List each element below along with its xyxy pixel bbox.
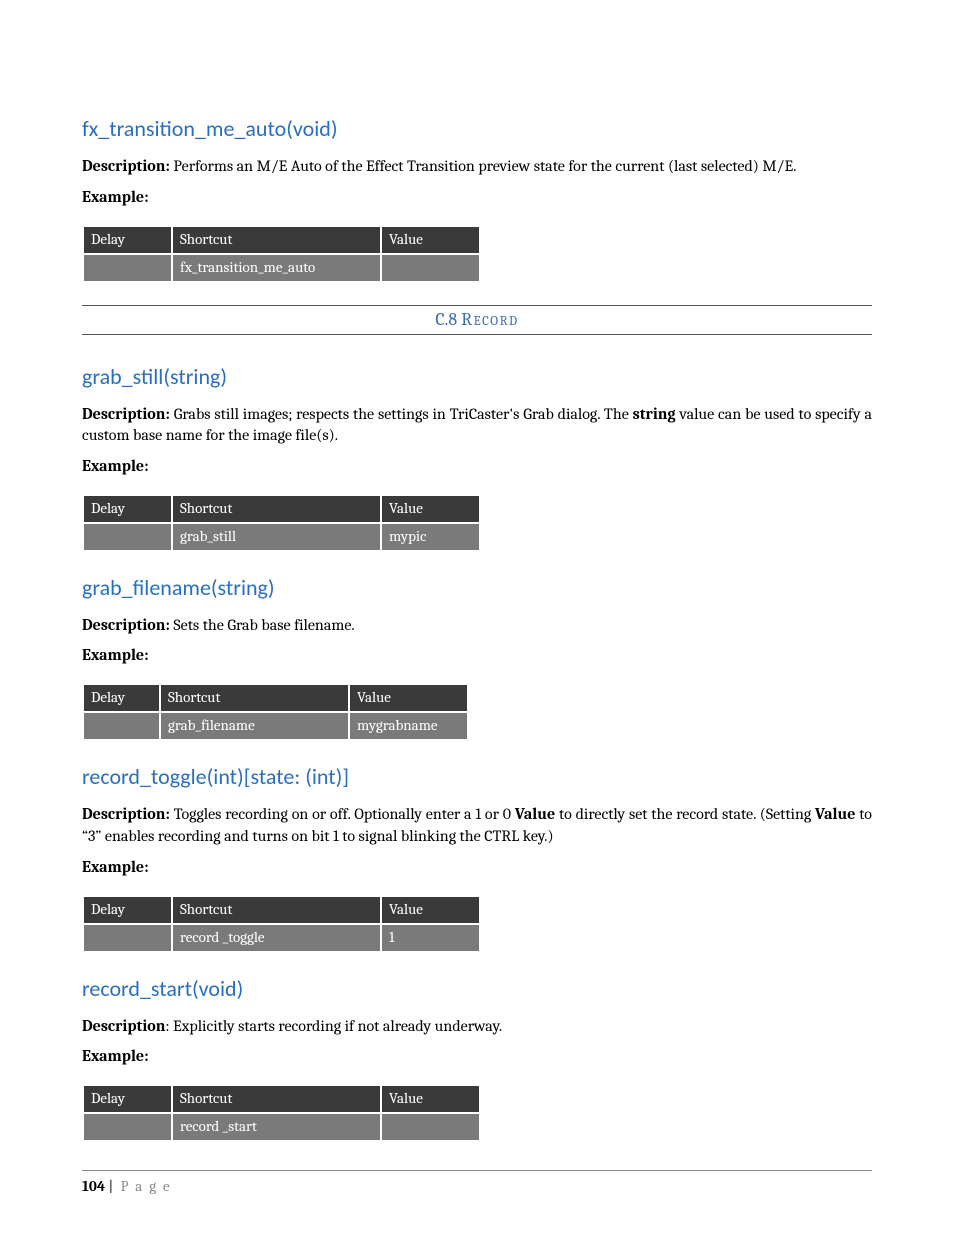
table-cell	[381, 254, 480, 282]
function-entry: grab_still(string) Description: Grabs sti…	[82, 363, 872, 552]
table-header-cell: Shortcut	[160, 684, 349, 713]
table-header-cell: Delay	[83, 684, 160, 713]
function-entry: record_start(void) Description: Explicitl…	[82, 975, 872, 1143]
shortcut-table: DelayShortcutValue grab_stillmypic	[82, 493, 481, 552]
function-description: Description: Performs an M/E Auto of the…	[82, 156, 872, 178]
table-header-cell: Shortcut	[172, 1085, 381, 1114]
table-cell: grab_still	[172, 523, 381, 551]
footer-text: 104 | Page	[82, 1171, 872, 1195]
table-header-cell: Delay	[83, 1085, 172, 1114]
function-heading: fx_transition_me_auto(void)	[82, 115, 872, 142]
function-heading: record_toggle(int)[state: (int)]	[82, 763, 872, 790]
example-label: Example:	[82, 188, 872, 206]
function-description: Description: Toggles recording on or off…	[82, 804, 872, 847]
example-label: Example:	[82, 457, 872, 475]
table-cell	[83, 254, 172, 282]
function-heading: grab_still(string)	[82, 363, 872, 390]
table-cell	[83, 1113, 172, 1141]
table-cell: mygrabname	[349, 712, 468, 740]
function-description: Description: Sets the Grab base filename…	[82, 615, 872, 637]
page-footer: 104 | Page	[82, 1150, 872, 1195]
table-cell: mypic	[381, 523, 480, 551]
table-header-cell: Delay	[83, 494, 172, 523]
function-entry: record_toggle(int)[state: (int)] Descript…	[82, 763, 872, 952]
table-header-cell: Value	[381, 225, 480, 254]
footer-separator: |	[105, 1177, 116, 1195]
table-cell: grab_filename	[160, 712, 349, 740]
shortcut-table: DelayShortcutValue record _start	[82, 1083, 481, 1142]
function-entry: grab_filename(string) Description: Sets t…	[82, 574, 872, 742]
function-description: Description: Grabs still images; respect…	[82, 404, 872, 447]
section-title: Record	[461, 309, 519, 330]
document-page: fx_transition_me_auto(void) Description: …	[0, 0, 954, 1235]
table-header-cell: Shortcut	[172, 225, 381, 254]
table-header-cell: Delay	[83, 225, 172, 254]
section-header: C.8 Record	[82, 305, 872, 335]
page-label: Page	[117, 1177, 177, 1195]
example-label: Example:	[82, 1047, 872, 1065]
table-cell	[83, 523, 172, 551]
table-header-cell: Value	[381, 895, 480, 924]
page-number: 104	[82, 1177, 105, 1195]
function-description: Description: Explicitly starts recording…	[82, 1016, 872, 1038]
table-cell	[381, 1113, 480, 1141]
shortcut-table: DelayShortcutValue record _toggle1	[82, 894, 481, 953]
table-cell: fx_transition_me_auto	[172, 254, 381, 282]
table-cell	[83, 924, 172, 952]
example-label: Example:	[82, 646, 872, 664]
table-header-cell: Value	[349, 684, 468, 713]
table-header-cell: Shortcut	[172, 494, 381, 523]
section-number: C.8	[435, 309, 461, 330]
function-entry: fx_transition_me_auto(void) Description: …	[82, 115, 872, 283]
table-cell: 1	[381, 924, 480, 952]
function-heading: grab_filename(string)	[82, 574, 872, 601]
shortcut-table: DelayShortcutValue fx_transition_me_auto	[82, 224, 481, 283]
table-header-cell: Delay	[83, 895, 172, 924]
table-header-cell: Value	[381, 494, 480, 523]
table-cell: record _toggle	[172, 924, 381, 952]
table-cell: record _start	[172, 1113, 381, 1141]
example-label: Example:	[82, 858, 872, 876]
shortcut-table: DelayShortcutValue grab_filenamemygrabna…	[82, 682, 469, 741]
content-area: fx_transition_me_auto(void) Description: …	[82, 115, 872, 1142]
table-cell	[83, 712, 160, 740]
table-header-cell: Shortcut	[172, 895, 381, 924]
table-header-cell: Value	[381, 1085, 480, 1114]
function-heading: record_start(void)	[82, 975, 872, 1002]
